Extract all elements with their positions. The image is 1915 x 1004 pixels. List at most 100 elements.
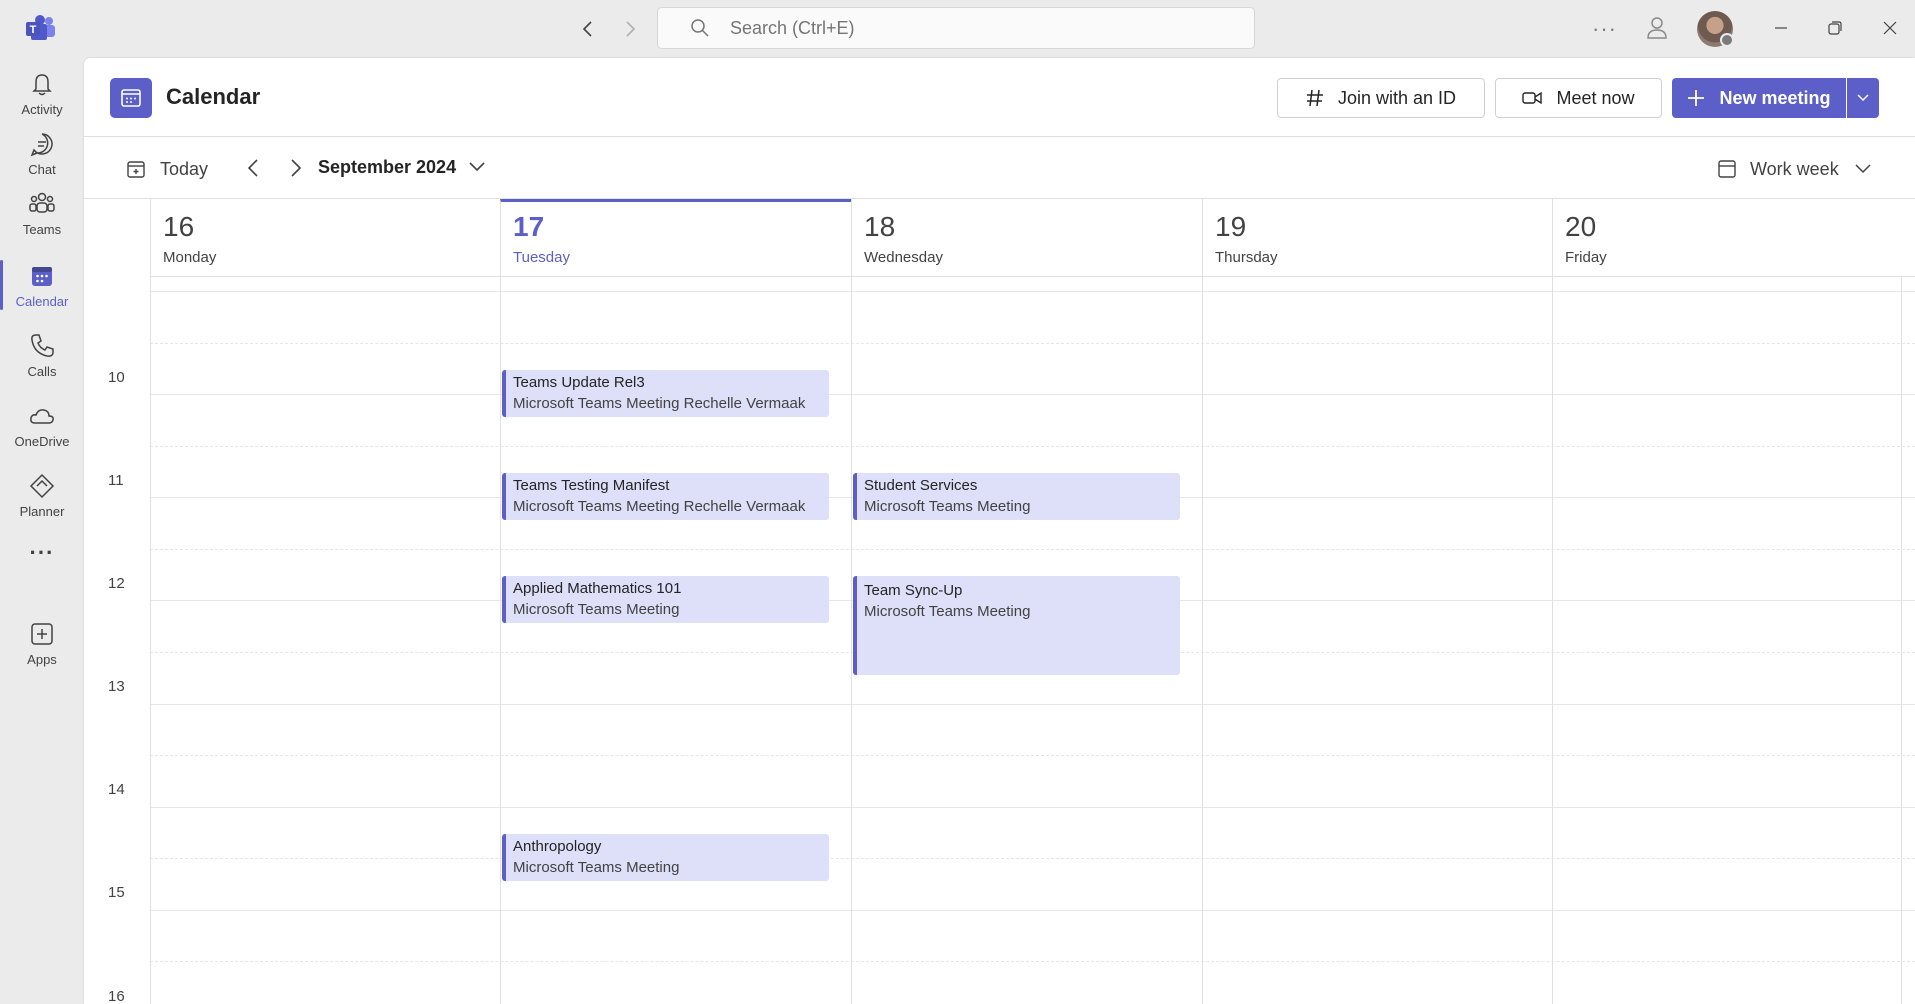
people-icon[interactable] [1643,14,1671,42]
close-button[interactable] [1878,16,1902,40]
new-meeting-dropdown-button[interactable] [1847,78,1879,118]
svg-text:T: T [30,24,37,36]
day-name: Thursday [1215,249,1278,266]
rail-label: Apps [27,651,57,667]
meet-now-label: Meet now [1556,87,1635,108]
page-title: Calendar [166,84,261,109]
column-divider [500,277,501,1004]
today-label: Today [160,158,209,179]
gridline [150,394,1915,395]
hour-label: 15 [108,884,125,901]
rail-more-button[interactable]: ··· [0,528,84,578]
column-divider [1202,277,1203,1004]
month-picker-label[interactable]: September 2024 [318,157,456,178]
gridline [150,704,1915,705]
day-header-wednesday[interactable]: 18 Wednesday [851,199,1202,276]
calendar-grid[interactable]: 10 11 12 13 14 15 16 Teams Update Rel3 M… [84,277,1915,1004]
more-icon: ··· [29,540,55,565]
event-subtitle: Microsoft Teams Meeting [864,498,1031,515]
rail-label: Calendar [15,293,69,309]
minimize-button[interactable] [1769,16,1793,40]
bell-icon [32,73,52,95]
gridline [150,291,1915,292]
day-name: Wednesday [864,249,943,266]
join-with-id-button[interactable]: Join with an ID [1277,78,1485,118]
planner-icon [29,473,55,498]
day-number: 16 [163,211,195,242]
day-name: Tuesday [513,249,570,266]
search-input[interactable]: Search (Ctrl+E) [657,7,1255,49]
event-teams-update-rel3[interactable]: Teams Update Rel3 Microsoft Teams Meetin… [502,370,829,417]
back-button[interactable] [573,14,603,44]
calendar-icon [32,266,52,286]
event-applied-mathematics-101[interactable]: Applied Mathematics 101 Microsoft Teams … [502,576,829,623]
video-camera-icon [1522,90,1543,106]
plus-icon [1687,89,1705,107]
chat-icon [30,132,53,156]
chevron-down-icon [469,162,485,172]
month-picker-dropdown[interactable] [465,155,489,179]
event-title: Applied Mathematics 101 [513,580,682,597]
meet-now-button[interactable]: Meet now [1495,78,1662,118]
hour-label: 16 [108,988,125,1004]
teams-logo-icon[interactable]: T [25,14,57,42]
hour-label: 13 [108,678,125,695]
hour-label: 12 [108,575,125,592]
chevron-left-icon [247,159,258,177]
calendar-header: Calendar Join with an ID Meet now New me… [84,58,1915,137]
day-header-thursday[interactable]: 19 Thursday [1202,199,1552,276]
rail-item-calls[interactable]: Calls [0,320,84,390]
rail-label: Teams [22,221,62,237]
next-week-button[interactable] [281,153,311,183]
gridline [150,343,1915,344]
chevron-right-icon [291,159,302,177]
event-team-sync-up[interactable]: Team Sync-Up Microsoft Teams Meeting [853,576,1180,675]
day-header-friday[interactable]: 20 Friday [1552,199,1915,276]
rail-label: Chat [28,161,56,177]
event-anthropology[interactable]: Anthropology Microsoft Teams Meeting [502,834,829,881]
rail-item-apps[interactable]: Apps [0,608,84,678]
event-student-services[interactable]: Student Services Microsoft Teams Meeting [853,473,1180,520]
day-header-monday[interactable]: 16 Monday [150,199,500,276]
gridline [150,858,1915,859]
chevron-left-icon [582,21,592,37]
rail-item-planner[interactable]: Planner [0,460,84,530]
column-divider [851,277,852,1004]
event-teams-testing-manifest[interactable]: Teams Testing Manifest Microsoft Teams M… [502,473,829,520]
forward-button[interactable] [615,14,645,44]
gridline [150,961,1915,962]
rail-item-onedrive[interactable]: OneDrive [0,390,84,460]
rail-label: Activity [21,101,63,117]
calendar-view-icon [1718,160,1736,178]
column-divider [150,277,151,1004]
new-meeting-button[interactable]: New meeting [1672,78,1846,118]
day-number: 19 [1215,211,1247,242]
today-button[interactable]: Today [126,153,208,185]
rail-label: OneDrive [14,433,70,449]
new-meeting-label: New meeting [1719,87,1831,108]
main-panel: Calendar Join with an ID Meet now New me… [84,58,1915,1004]
rail-item-teams[interactable]: Teams [0,178,84,248]
more-options-icon[interactable]: ··· [1592,16,1617,42]
event-subtitle: Microsoft Teams Meeting Rechelle Vermaak [513,498,806,515]
calendar-today-icon [126,159,146,179]
restore-button[interactable] [1823,16,1847,40]
previous-week-button[interactable] [238,153,268,183]
event-subtitle: Microsoft Teams Meeting [864,603,1031,620]
teams-icon [29,192,55,213]
title-bar: T Search (Ctrl+E) ··· [0,0,1915,58]
column-divider [1901,277,1902,1004]
event-title: Teams Testing Manifest [513,477,670,494]
gridline [150,549,1915,550]
cloud-icon [30,408,54,424]
view-switcher-button[interactable]: Work week [1718,153,1871,185]
gridline [150,807,1915,808]
presence-status-icon [1720,33,1734,47]
hour-label: 14 [108,781,125,798]
search-icon [690,17,712,39]
chevron-right-icon [626,21,636,37]
rail-label: Planner [19,503,65,519]
rail-item-calendar[interactable]: Calendar [0,250,84,320]
day-header-tuesday[interactable]: 17 Tuesday [500,199,851,276]
calendar-toolbar: Today September 2024 Work week [84,137,1915,199]
